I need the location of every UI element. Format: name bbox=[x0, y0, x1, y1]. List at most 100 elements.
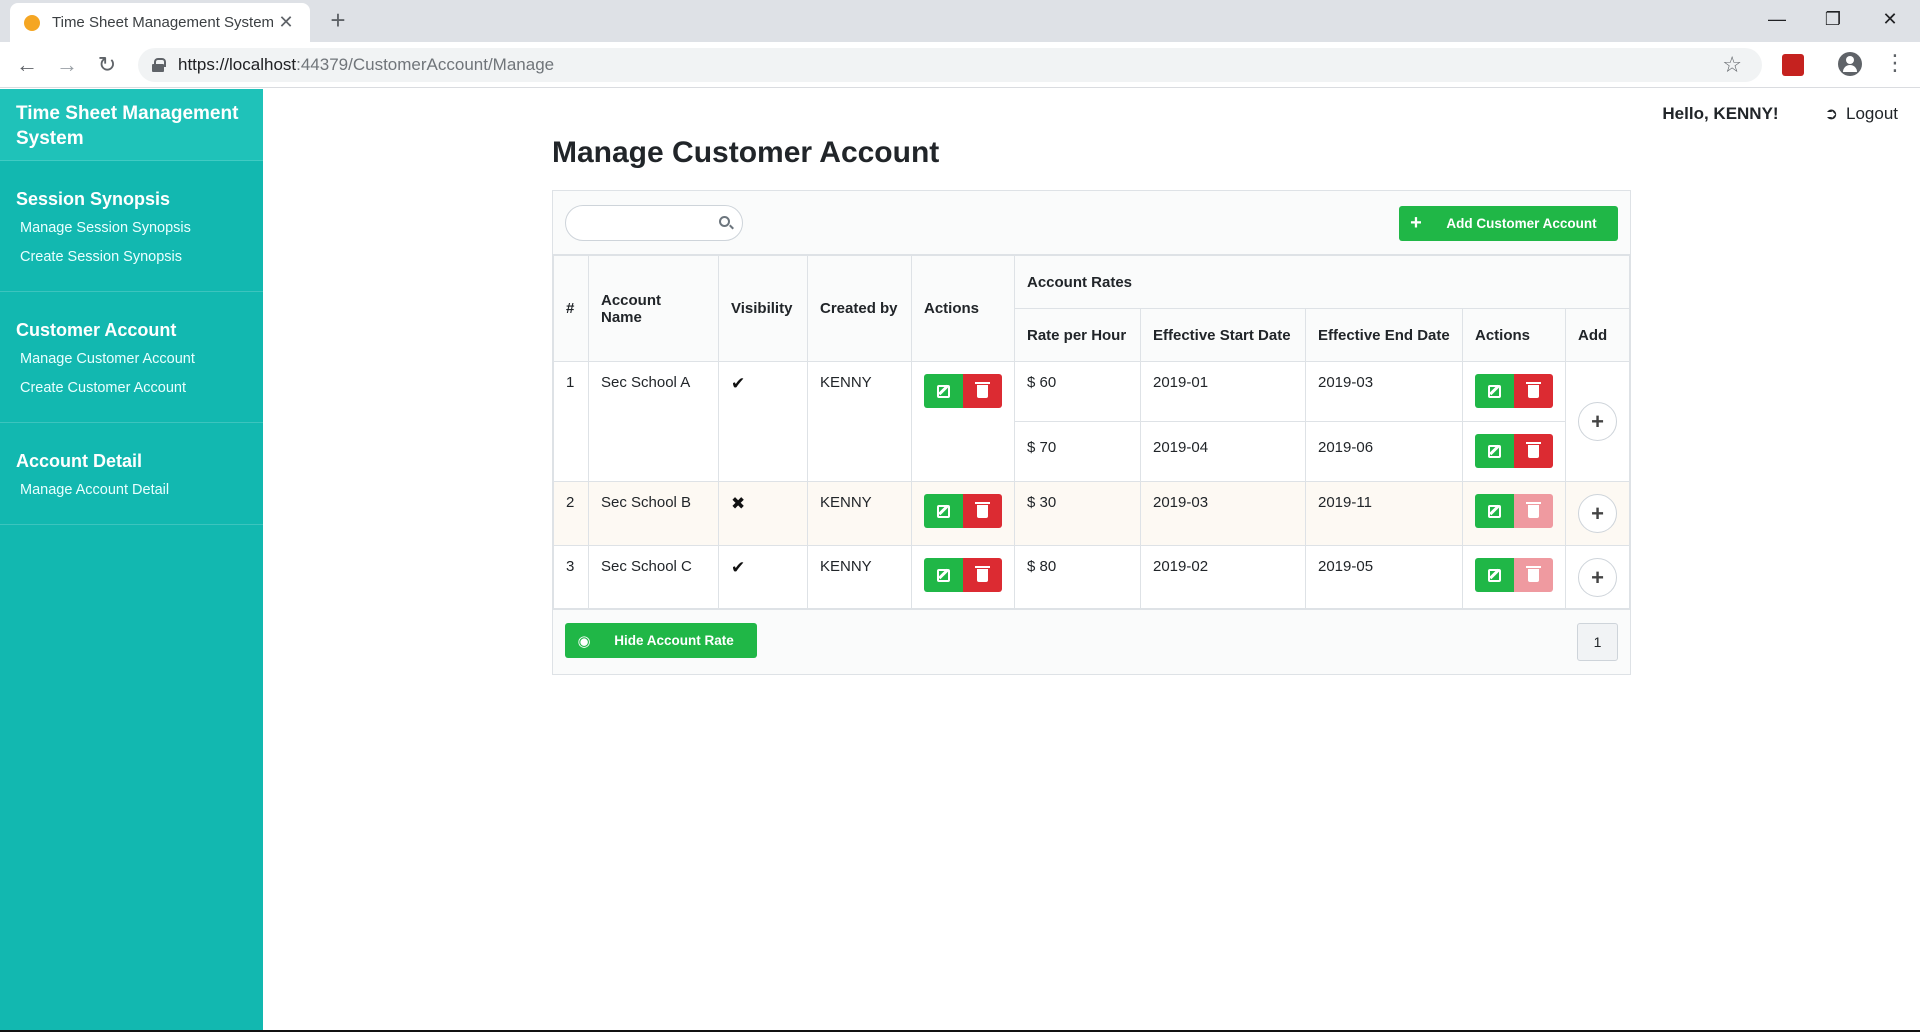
cell-created-by: KENNY bbox=[807, 545, 912, 610]
panel-header: + Add Customer Account bbox=[553, 191, 1630, 255]
cell-add: + bbox=[1565, 361, 1630, 482]
sidebar-section-account-detail: Account Detail Manage Account Detail bbox=[0, 423, 263, 525]
delete-account-button[interactable] bbox=[963, 374, 1002, 408]
edit-account-button[interactable] bbox=[924, 558, 963, 592]
cell-start-date: 2019-03 bbox=[1140, 481, 1306, 546]
add-customer-account-label: Add Customer Account bbox=[1446, 216, 1597, 231]
trash-icon bbox=[1526, 441, 1541, 458]
cell-created-by: KENNY bbox=[807, 361, 912, 482]
cell-num: 1 bbox=[553, 361, 589, 482]
app-brand[interactable]: Time Sheet Management System bbox=[0, 89, 263, 161]
cell-visibility: ✔ bbox=[718, 361, 808, 482]
cell-created-by: KENNY bbox=[807, 481, 912, 546]
col-account-rates: Account Rates bbox=[1014, 255, 1630, 309]
add-rate-button[interactable]: + bbox=[1578, 402, 1617, 441]
bookmark-star-icon[interactable]: ☆ bbox=[1722, 52, 1742, 78]
url-text: https://localhost:44379/CustomerAccount/… bbox=[178, 55, 555, 74]
page-title: Manage Customer Account bbox=[552, 136, 940, 169]
cell-visibility: ✔ bbox=[718, 545, 808, 610]
sidebar-heading: Session Synopsis bbox=[16, 189, 171, 209]
sidebar-link-manage-session-synopsis[interactable]: Manage Session Synopsis bbox=[20, 220, 247, 236]
delete-account-button[interactable] bbox=[963, 494, 1002, 528]
col-start-date: Effective Start Date bbox=[1140, 308, 1306, 362]
eye-slash-icon: ◉ bbox=[577, 632, 591, 650]
edit-rate-button[interactable] bbox=[1475, 434, 1514, 468]
plus-icon: + bbox=[1410, 212, 1422, 234]
edit-rate-button[interactable] bbox=[1475, 558, 1514, 592]
tab-title: Time Sheet Management System bbox=[52, 14, 275, 31]
restore-button[interactable]: ❐ bbox=[1805, 0, 1861, 38]
table-row: 1 Sec School A ✔ KENNY $ 60 2019-01 2019… bbox=[553, 361, 1630, 482]
new-tab-button[interactable]: + bbox=[324, 6, 352, 34]
sidebar-section-customer-account: Customer Account Manage Customer Account… bbox=[0, 292, 263, 423]
cell-end-date: 2019-05 bbox=[1305, 545, 1463, 610]
col-num: # bbox=[553, 255, 589, 362]
hide-account-rate-button[interactable]: ◉ Hide Account Rate bbox=[565, 623, 757, 658]
edit-account-button[interactable] bbox=[924, 494, 963, 528]
delete-rate-button[interactable] bbox=[1514, 434, 1553, 468]
forward-icon[interactable]: → bbox=[52, 50, 82, 80]
profile-icon[interactable] bbox=[1838, 52, 1862, 76]
cell-rate: $ 80 bbox=[1014, 545, 1141, 610]
edit-icon bbox=[937, 568, 950, 582]
edit-icon bbox=[1488, 568, 1501, 582]
edit-rate-button[interactable] bbox=[1475, 374, 1514, 408]
add-customer-account-button[interactable]: + Add Customer Account bbox=[1399, 206, 1618, 241]
cell-start-date: 2019-04 bbox=[1140, 421, 1306, 482]
sidebar-link-manage-customer-account[interactable]: Manage Customer Account bbox=[20, 351, 247, 367]
cell-num: 2 bbox=[553, 481, 589, 546]
edit-rate-button[interactable] bbox=[1475, 494, 1514, 528]
sidebar: Time Sheet Management System Session Syn… bbox=[0, 89, 263, 1032]
customer-account-table: # Account Name Visibility Created by Act… bbox=[553, 255, 1630, 610]
tab-close-icon[interactable]: ✕ bbox=[276, 12, 296, 33]
cell-start-date: 2019-02 bbox=[1140, 545, 1306, 610]
minimize-button[interactable]: — bbox=[1749, 0, 1805, 38]
sidebar-link-create-customer-account[interactable]: Create Customer Account bbox=[20, 380, 247, 396]
col-rate-actions: Actions bbox=[1462, 308, 1566, 362]
edit-icon bbox=[1488, 504, 1501, 518]
edit-icon bbox=[937, 504, 950, 518]
edit-icon bbox=[937, 384, 950, 398]
greeting: Hello, KENNY! bbox=[1662, 104, 1779, 123]
lock-icon bbox=[152, 58, 166, 72]
cell-rate-actions bbox=[1462, 361, 1566, 422]
table-row: 2 Sec School B ✖ KENNY $ 30 2019-03 2019… bbox=[553, 481, 1630, 546]
cell-account-name: Sec School B bbox=[588, 481, 719, 546]
cell-visibility: ✖ bbox=[718, 481, 808, 546]
check-icon: ✔ bbox=[731, 374, 746, 393]
address-bar[interactable]: https://localhost:44379/CustomerAccount/… bbox=[138, 48, 1762, 82]
cell-account-name: Sec School C bbox=[588, 545, 719, 610]
search-icon[interactable] bbox=[719, 216, 730, 227]
logout-label: Logout bbox=[1846, 104, 1898, 123]
search-input[interactable] bbox=[578, 206, 718, 240]
extension-icon[interactable] bbox=[1782, 54, 1804, 76]
col-rate-per-hour: Rate per Hour bbox=[1014, 308, 1141, 362]
sidebar-link-create-session-synopsis[interactable]: Create Session Synopsis bbox=[20, 249, 247, 265]
add-rate-button[interactable]: + bbox=[1578, 558, 1617, 597]
cross-icon: ✖ bbox=[731, 494, 746, 513]
cell-end-date: 2019-03 bbox=[1305, 361, 1463, 422]
cell-actions bbox=[911, 361, 1015, 482]
window-close-button[interactable]: ✕ bbox=[1862, 0, 1918, 38]
panel-footer: ◉ Hide Account Rate 1 bbox=[553, 608, 1630, 674]
edit-account-button[interactable] bbox=[924, 374, 963, 408]
cell-start-date: 2019-01 bbox=[1140, 361, 1306, 422]
customer-account-panel: + Add Customer Account # Account Name Vi… bbox=[552, 190, 1631, 675]
delete-rate-button-disabled bbox=[1514, 558, 1553, 592]
logout-link[interactable]: ➲ Logout bbox=[1825, 104, 1898, 124]
pagination-page[interactable]: 1 bbox=[1577, 623, 1618, 661]
col-end-date: Effective End Date bbox=[1305, 308, 1463, 362]
back-icon[interactable]: ← bbox=[12, 50, 42, 80]
add-rate-button[interactable]: + bbox=[1578, 494, 1617, 533]
browser-tab[interactable]: Time Sheet Management System ✕ bbox=[10, 3, 310, 42]
col-add: Add bbox=[1565, 308, 1630, 362]
col-visibility: Visibility bbox=[718, 255, 808, 362]
sidebar-link-manage-account-detail[interactable]: Manage Account Detail bbox=[20, 482, 247, 498]
browser-menu-icon[interactable]: ⋮ bbox=[1884, 50, 1906, 76]
trash-icon bbox=[975, 565, 990, 582]
trash-icon bbox=[1526, 565, 1541, 582]
reload-icon[interactable]: ↻ bbox=[92, 50, 122, 80]
delete-account-button[interactable] bbox=[963, 558, 1002, 592]
search-box[interactable] bbox=[565, 205, 743, 241]
delete-rate-button[interactable] bbox=[1514, 374, 1553, 408]
